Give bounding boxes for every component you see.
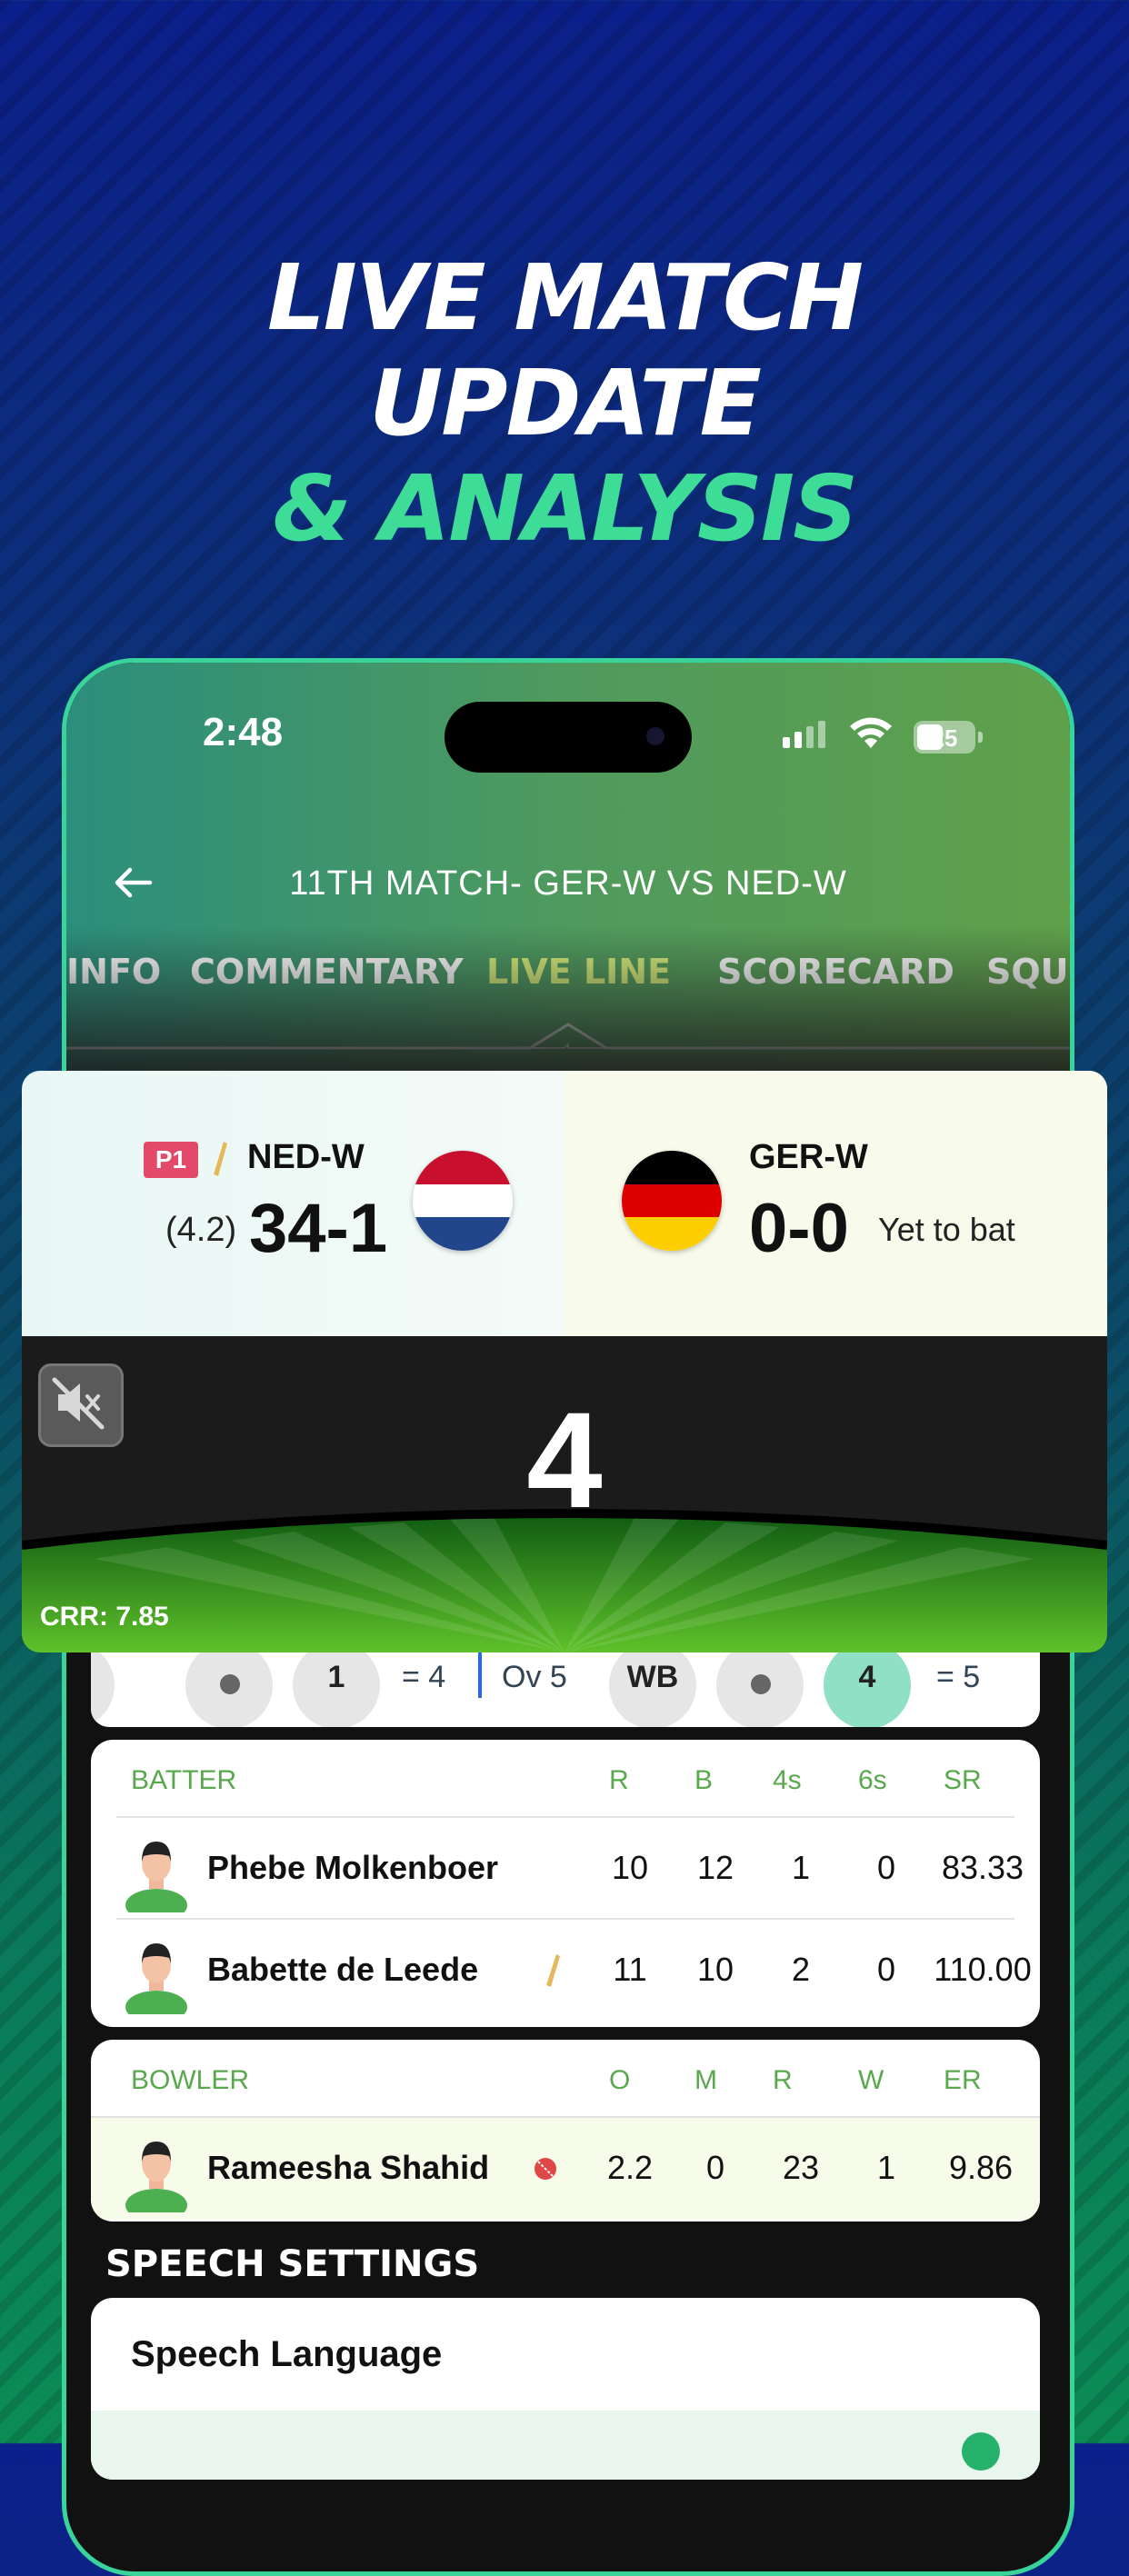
ball-dot — [716, 1652, 804, 1727]
netherlands-flag-icon — [413, 1151, 513, 1251]
germany-flag-icon — [622, 1151, 722, 1251]
headline-line-2: UPDATE — [369, 350, 762, 456]
status-time: 2:48 — [203, 710, 284, 754]
radio-selected-icon[interactable] — [962, 2432, 1000, 2471]
score-card: P1 NED-W (4.2) 34-1 GER-W 0-0 Yet to bat — [22, 1071, 1107, 1336]
headline-line-3: & ANALYSIS — [272, 455, 858, 562]
current-run-rate: CRR: 7.85 — [40, 1602, 169, 1632]
over-separator — [478, 1652, 482, 1698]
camera-dot — [646, 727, 664, 745]
speech-language-option[interactable] — [91, 2411, 1040, 2480]
bowler-name: Rameesha Shahid — [207, 2149, 490, 2186]
batting-bat-icon — [214, 1142, 227, 1176]
batter-header: BATTER R B 4s 6s SR — [131, 1765, 982, 1795]
ball-run: 1 — [293, 1652, 380, 1727]
battery-level: 25 — [931, 724, 958, 752]
ball-dot — [91, 1652, 115, 1727]
tab-live-line[interactable]: LIVE LINE — [486, 952, 671, 992]
bowler-card: BOWLER O M R W ER Rameesha Shahid 2.2 0 … — [91, 2040, 1040, 2222]
over-label: Ov 5 — [502, 1660, 567, 1694]
promo-headline: LIVE MATCH UPDATE & ANALYSIS — [0, 245, 1129, 562]
cricket-ball-icon — [535, 2158, 556, 2180]
table-row[interactable]: Babette de Leede 11 10 2 0 110.00 — [116, 1918, 1032, 2022]
tab-info[interactable]: INFO — [66, 952, 161, 992]
speech-settings-title: SPEECH SETTINGS — [105, 2243, 480, 2285]
tab-squad[interactable]: SQU — [986, 952, 1069, 992]
score-left: 34-1 — [249, 1190, 388, 1267]
signal-icon — [783, 721, 825, 748]
score-right: 0-0 — [749, 1190, 849, 1267]
player-avatar-icon — [125, 2142, 187, 2212]
ball-boundary: 4 — [824, 1652, 911, 1727]
tab-bar: INFO COMMENTARY LIVE LINE SCORECARD SQU — [66, 952, 1070, 1006]
tab-scorecard[interactable]: SCORECARD — [717, 952, 954, 992]
battery-icon: 25 — [914, 721, 983, 754]
ball-dot — [185, 1652, 273, 1727]
last-ball-result: 4 — [526, 1383, 603, 1536]
tab-commentary[interactable]: COMMENTARY — [190, 952, 464, 992]
team-name-left: NED-W — [247, 1138, 365, 1176]
batter-name: Babette de Leede — [207, 1951, 479, 1988]
dynamic-island — [445, 702, 692, 773]
overs-left: (4.2) — [165, 1211, 237, 1249]
over-total: = 5 — [936, 1660, 981, 1694]
batter-name: Phebe Molkenboer — [207, 1849, 499, 1886]
headline-line-1: LIVE MATCH — [266, 245, 864, 351]
table-row[interactable]: Rameesha Shahid 2.2 0 23 1 9.86 — [91, 2116, 1040, 2220]
speech-language-label: Speech Language — [131, 2334, 443, 2374]
app-header: 2:48 25 11TH MATCH- GER-W VS NED-W INFO … — [66, 663, 1070, 1072]
innings-badge: P1 — [144, 1142, 198, 1178]
match-title: 11TH MATCH- GER-W VS NED-W — [289, 864, 847, 903]
speech-language-card[interactable]: Speech Language — [91, 2298, 1040, 2480]
tab-indicator — [66, 1023, 1070, 1050]
on-strike-bat-icon — [546, 1954, 560, 1987]
team-name-right: GER-W — [749, 1138, 868, 1176]
status-right: Yet to bat — [878, 1211, 1015, 1248]
over-timeline[interactable]: 1 = 4 Ov 5 WB 4 = 5 — [91, 1652, 1040, 1727]
batter-card: BATTER R B 4s 6s SR Phebe Molkenboer 10 … — [91, 1740, 1040, 2027]
player-avatar-icon — [125, 1943, 187, 2014]
player-avatar-icon — [125, 1842, 187, 1912]
wifi-icon — [850, 717, 892, 748]
ball-wide: WB — [609, 1652, 696, 1727]
over-total: = 4 — [402, 1660, 446, 1694]
live-ball-panel: 4 CRR: 7.85 — [22, 1336, 1107, 1652]
table-row[interactable]: Phebe Molkenboer 10 12 1 0 83.33 — [116, 1816, 1024, 1920]
bowler-header: BOWLER O M R W ER — [131, 2065, 982, 2095]
